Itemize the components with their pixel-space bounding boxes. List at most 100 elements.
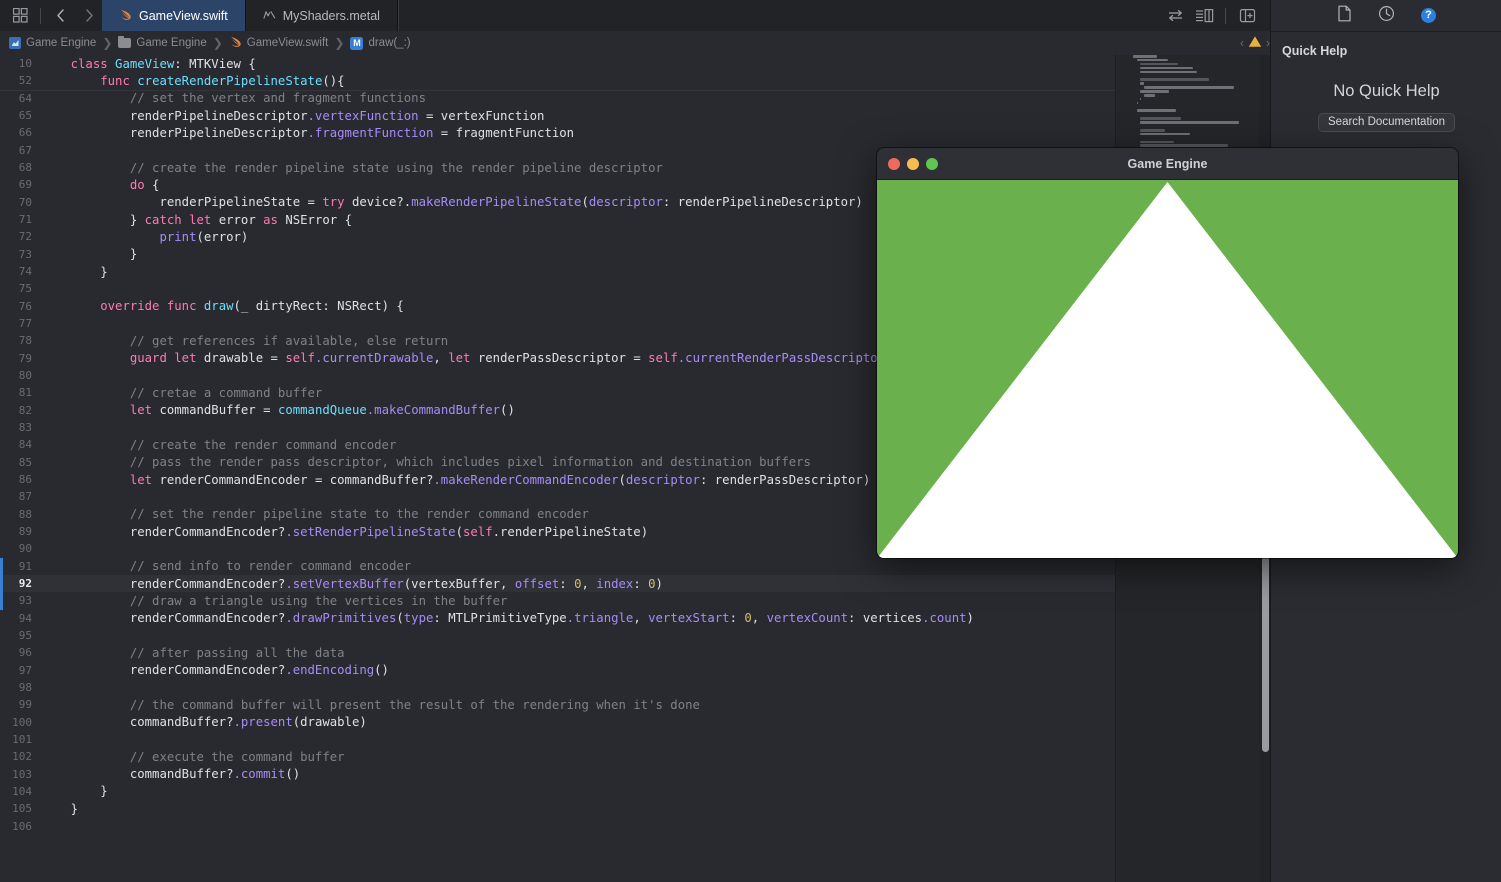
inspector-toolbar: ? [1271,0,1501,32]
line-number: 79 [18,351,32,365]
minimap-line [1140,121,1239,124]
code-line[interactable]: 105 } [0,800,1115,817]
code-line[interactable]: 104 } [0,783,1115,800]
close-window-button[interactable] [888,157,900,170]
add-editor-icon[interactable] [1234,2,1260,30]
code-text: let commandBuffer = commandQueue.makeCom… [129,403,515,418]
breadcrumb-item-project[interactable]: Game Engine [9,37,96,49]
code-text: do { [129,177,160,192]
breadcrumb-label: GameView.swift [246,37,329,49]
grid-icon[interactable] [7,2,33,30]
code-text: // create the render command encoder [41,437,397,452]
metal-render-canvas [877,180,1458,558]
minimap-line [1136,58,1169,62]
line-number: 103 [12,767,32,781]
warning-triangle-icon[interactable] [1248,35,1262,51]
breadcrumb-separator: ❯ [212,36,223,50]
breadcrumb-label: Game Engine [26,37,97,49]
code-text: // get references if available, else ret… [41,333,449,348]
code-text: // create the render pipeline state usin… [41,160,663,175]
code-line[interactable]: 99 // the command buffer will present th… [0,696,1115,713]
zoom-window-button[interactable] [926,157,938,170]
search-documentation-button[interactable]: Search Documentation [1318,113,1455,132]
breadcrumb-item-method[interactable]: M draw(_:) [350,36,411,50]
current-line-indicator [0,557,3,610]
minimap-line [1140,82,1144,85]
code-line[interactable]: 97 renderCommandEncoder?.endEncoding() [0,661,1115,678]
navigate-back-button[interactable] [48,2,74,30]
tab-separator [397,0,399,31]
minimap-line [1140,144,1228,148]
code-line[interactable]: 10 class GameView: MTKView { [0,55,1115,72]
tab-label: GameView.swift [139,8,228,23]
line-number: 71 [18,213,32,227]
tab-gameview-swift[interactable]: GameView.swift [102,0,246,31]
code-text: // pass the render pass descriptor, whic… [41,455,811,470]
code-text: renderPipelineDescriptor.vertexFunction … [41,108,545,123]
code-line[interactable]: 64 // set the vertex and fragment functi… [0,90,1115,107]
code-text: // send info to render command encoder [41,559,412,574]
previous-issue-button[interactable]: ‹ [1240,36,1244,50]
minimap-line [1140,97,1142,101]
line-number: 72 [18,230,32,244]
line-number: 64 [18,91,32,105]
code-line[interactable]: 106 [0,817,1115,834]
breadcrumb-item-folder[interactable]: Game Engine [118,35,207,49]
navigate-forward-button[interactable] [76,2,102,30]
breadcrumb-separator: ❯ [102,36,113,50]
line-number: 104 [12,784,32,798]
quick-help-icon[interactable]: ? [1421,8,1436,23]
line-number: 97 [18,663,32,677]
document-icon[interactable] [1337,5,1352,27]
code-line[interactable]: 103 commandBuffer?.commit() [0,765,1115,782]
minimize-window-button[interactable] [907,157,919,170]
line-number: 93 [18,594,32,608]
code-text: } catch let error as NSError { [41,212,352,227]
code-line[interactable]: 95 [0,627,1115,644]
swap-editors-icon[interactable] [1162,2,1188,30]
line-number: 100 [12,715,32,729]
window-traffic-lights [877,157,938,170]
code-line[interactable]: 92 renderCommandEncoder?.setVertexBuffer… [0,574,1115,593]
code-line[interactable]: 102 // execute the command buffer [0,748,1115,765]
minimap-line [1136,101,1138,105]
line-number: 85 [18,455,32,469]
breadcrumb-item-file[interactable]: GameView.swift [229,35,329,51]
code-line[interactable]: 91 // send info to render command encode… [0,558,1115,575]
metal-file-icon [263,9,276,23]
history-clock-icon[interactable] [1378,5,1395,27]
method-badge-icon: M [350,36,364,50]
line-number: 84 [18,438,32,452]
project-icon [9,37,21,49]
code-line[interactable]: 65 renderPipelineDescriptor.vertexFuncti… [0,107,1115,124]
code-line[interactable]: 100 commandBuffer?.present(drawable) [0,713,1115,730]
code-line[interactable]: 94 renderCommandEncoder?.drawPrimitives(… [0,610,1115,627]
code-line[interactable]: 52 func createRenderPipelineState(){ [0,72,1115,89]
editor-options-icon[interactable] [1191,2,1217,30]
line-number: 81 [18,386,32,400]
code-line[interactable]: 93 // draw a triangle using the vertices… [0,592,1115,609]
breadcrumb-label: draw(_:) [368,37,411,49]
line-number: 83 [18,421,32,435]
rendered-triangle [877,180,1458,558]
game-window-title: Game Engine [1127,156,1208,171]
code-line[interactable]: 98 [0,679,1115,696]
code-line[interactable]: 66 renderPipelineDescriptor.fragmentFunc… [0,124,1115,141]
code-text: renderPipelineState = try device?.makeRe… [41,195,863,210]
line-number: 88 [18,507,32,521]
code-text: } [41,264,108,279]
line-number: 95 [18,628,32,642]
tab-label: MyShaders.metal [282,8,380,23]
code-text: class GameView: MTKView { [70,56,256,71]
code-text: print(error) [159,229,249,244]
line-number: 76 [18,299,32,313]
code-line[interactable]: 96 // after passing all the data [0,644,1115,661]
minimap-line [1140,78,1209,81]
game-engine-window[interactable]: Game Engine [877,148,1458,558]
code-line[interactable]: 101 [0,731,1115,748]
scrollbar-thumb[interactable] [1261,555,1269,752]
line-number: 75 [18,282,32,296]
minimap-line [1140,140,1175,144]
tab-myshaders-metal[interactable]: MyShaders.metal [246,0,398,31]
game-window-title-bar[interactable]: Game Engine [877,148,1458,180]
